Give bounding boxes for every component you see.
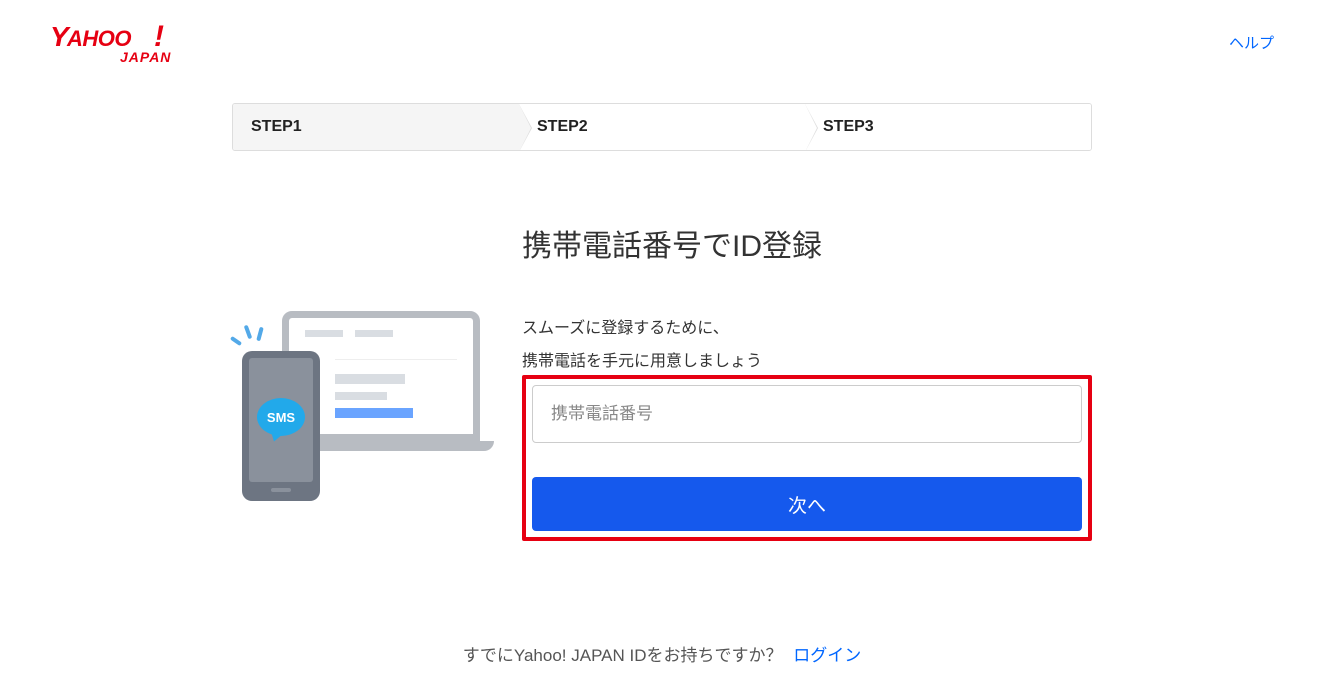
help-link[interactable]: ヘルプ xyxy=(1229,32,1274,53)
svg-text:AHOO: AHOO xyxy=(66,26,131,51)
sms-bubble-icon: SMS xyxy=(257,398,305,436)
highlighted-form-box: 次へ xyxy=(522,375,1092,541)
header: Y AHOO ! JAPAN ヘルプ xyxy=(0,0,1324,73)
subtitle-line2: 携帯電話を手元に用意しましょう xyxy=(522,348,1092,375)
step-2: STEP2 xyxy=(519,104,805,150)
next-button[interactable]: 次へ xyxy=(532,477,1082,531)
page-title: 携帯電話番号でID登録 xyxy=(522,221,1092,265)
step-3: STEP3 xyxy=(805,104,1091,150)
already-text: すでにYahoo! JAPAN IDをお持ちですか？ xyxy=(463,646,783,665)
step-1: STEP1 xyxy=(233,104,519,150)
subtitle-line1: スムーズに登録するために、 xyxy=(522,315,1092,342)
sms-badge-text: SMS xyxy=(267,410,295,425)
already-have-id-text: すでにYahoo! JAPAN IDをお持ちですか？ ログイン xyxy=(232,641,1092,666)
phone-number-input[interactable] xyxy=(532,385,1082,443)
step-indicator: STEP1 STEP2 STEP3 xyxy=(232,103,1092,151)
sms-illustration: SMS xyxy=(232,221,492,541)
yahoo-japan-logo[interactable]: Y AHOO ! JAPAN xyxy=(50,18,220,73)
login-link[interactable]: ログイン xyxy=(793,646,861,665)
svg-text:JAPAN: JAPAN xyxy=(120,49,171,65)
phone-icon: SMS xyxy=(242,351,320,501)
